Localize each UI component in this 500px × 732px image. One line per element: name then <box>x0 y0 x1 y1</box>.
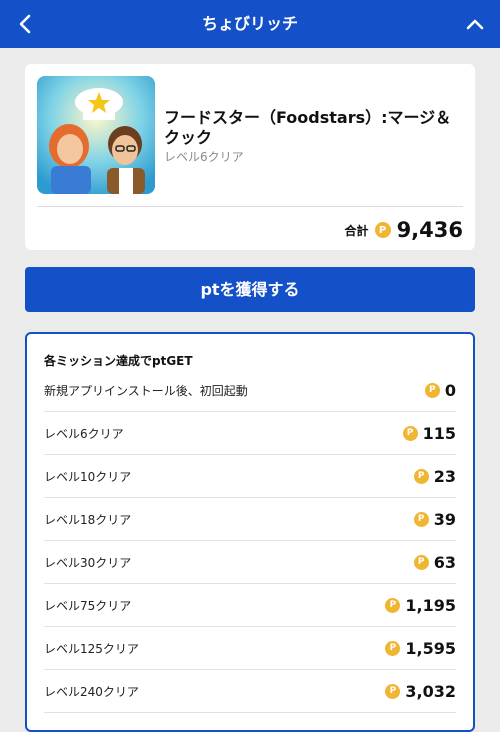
mission-points: P 39 <box>413 509 456 529</box>
app-icon <box>37 76 155 194</box>
mission-points: P 1,595 <box>385 639 456 658</box>
mission-points-value: 63 <box>433 552 456 572</box>
mission-name: 新規アプリインストール後、初回起動 <box>44 383 248 398</box>
mission-name: レベル6クリア <box>44 426 124 441</box>
earn-points-button[interactable]: ptを獲得する <box>25 267 475 312</box>
coin-icon: P <box>424 382 440 398</box>
coin-icon: P <box>385 683 401 699</box>
mission-heading: 各ミッション達成でptGET <box>44 354 193 368</box>
mission-points-value: 0 <box>444 380 456 400</box>
mission-points: P 1,195 <box>385 596 456 615</box>
app-title: フードスター（Foodstars）:マージ＆クック <box>164 108 452 147</box>
mission-row: レベル30クリア P 63 <box>44 541 456 584</box>
mission-row: 新規アプリインストール後、初回起動 P 0 <box>44 369 456 412</box>
mission-points: P 0 <box>424 380 456 400</box>
mission-row: レベル18クリア P 39 <box>44 498 456 541</box>
coin-icon: P <box>413 554 429 570</box>
mission-row: レベル6クリア P 115 <box>44 412 456 455</box>
app-card: フードスター（Foodstars）:マージ＆クック レベル6クリア 合計 P 9… <box>25 64 475 250</box>
mission-name: レベル75クリア <box>44 598 132 613</box>
coin-icon: P <box>385 640 401 656</box>
coin-icon: P <box>374 222 391 238</box>
mission-name: レベル125クリア <box>44 641 139 656</box>
mission-name: レベル10クリア <box>44 469 132 484</box>
app-progress-status: レベル6クリア <box>164 150 244 164</box>
coin-icon: P <box>385 597 401 613</box>
coin-icon: P <box>413 468 429 484</box>
mission-points-value: 115 <box>422 423 456 443</box>
mission-points-value: 3,032 <box>405 681 456 701</box>
mission-name: レベル240クリア <box>44 684 139 699</box>
chevron-up-icon <box>466 19 484 30</box>
mission-row: レベル240クリア P 3,032 <box>44 670 456 713</box>
mission-row: レベル75クリア P 1,195 <box>44 584 456 627</box>
mission-points-value: 23 <box>433 466 456 486</box>
page-title: ちょびリッチ <box>201 14 298 33</box>
header-bar: ちょびリッチ <box>0 0 500 48</box>
coin-icon: P <box>402 425 418 441</box>
coin-icon: P <box>413 511 429 527</box>
mission-row: レベル125クリア P 1,595 <box>44 627 456 670</box>
mission-name: レベル18クリア <box>44 512 132 527</box>
total-label: 合計 <box>344 223 369 238</box>
total-value: 9,436 <box>396 218 463 242</box>
mission-points-value: 1,195 <box>405 595 456 615</box>
mission-points: P 115 <box>402 423 456 443</box>
mission-points: P 3,032 <box>385 682 456 701</box>
mission-points: P 23 <box>413 466 456 486</box>
collapse-button[interactable] <box>460 9 490 39</box>
mission-name: レベル30クリア <box>44 555 132 570</box>
mission-points-value: 1,595 <box>405 638 456 658</box>
mission-row: レベル10クリア P 23 <box>44 455 456 498</box>
mission-points-value: 39 <box>433 509 456 529</box>
mission-points: P 63 <box>413 552 456 572</box>
mission-list: 各ミッション達成でptGET 新規アプリインストール後、初回起動 P 0 レベル… <box>25 332 475 732</box>
total-points: 合計 P 9,436 <box>345 216 463 244</box>
divider <box>37 206 463 207</box>
